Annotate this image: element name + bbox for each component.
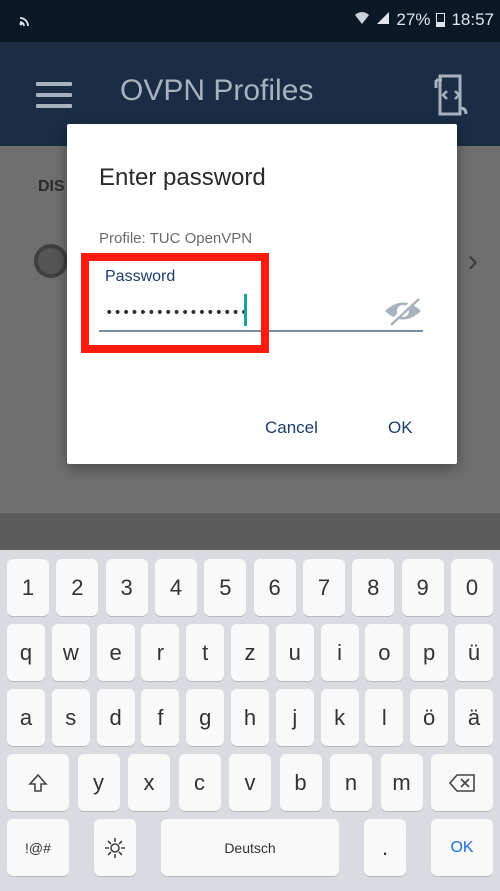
- keyboard-number-row: 1 2 3 4 5 6 7 8 9 0: [7, 559, 493, 616]
- key[interactable]: g: [186, 689, 225, 746]
- keyboard-bottom-row: !@# Deutsch . OK: [7, 819, 493, 876]
- key[interactable]: v: [229, 754, 271, 811]
- key[interactable]: ä: [454, 689, 493, 746]
- key[interactable]: s: [51, 689, 90, 746]
- space-bar[interactable]: Deutsch: [161, 819, 339, 876]
- wifi-icon: [354, 10, 370, 30]
- settings-gear-icon[interactable]: [94, 819, 136, 876]
- key[interactable]: 6: [253, 559, 296, 616]
- key[interactable]: 1: [7, 559, 49, 616]
- enter-password-dialog: Enter password Profile: TUC OpenVPN Pass…: [67, 124, 457, 464]
- key[interactable]: k: [320, 689, 359, 746]
- keyboard-row-1: q w e r t z u i o p ü: [7, 624, 493, 681]
- soft-keyboard: 1 2 3 4 5 6 7 8 9 0 q w e r t z u i o p …: [0, 550, 500, 891]
- dialog-title: Enter password: [99, 164, 266, 191]
- backspace-key-icon[interactable]: [431, 754, 493, 811]
- keyboard-row-3: y x c v b n m: [7, 754, 493, 811]
- enter-ok-key[interactable]: OK: [431, 819, 493, 876]
- cast-icon: [18, 10, 34, 31]
- period-key[interactable]: .: [364, 819, 406, 876]
- keyboard-row-2: a s d f g h j k l ö ä: [7, 689, 493, 746]
- password-highlight-annotation: [81, 253, 269, 353]
- battery-icon: [436, 13, 446, 27]
- key[interactable]: q: [7, 624, 45, 681]
- hamburger-menu-icon[interactable]: [36, 82, 72, 108]
- key[interactable]: p: [410, 624, 449, 681]
- key[interactable]: r: [141, 624, 180, 681]
- key[interactable]: 8: [352, 559, 395, 616]
- key[interactable]: 0: [450, 559, 493, 616]
- key[interactable]: ü: [454, 624, 493, 681]
- key[interactable]: w: [51, 624, 90, 681]
- status-indicators: 27% 18:57: [354, 10, 494, 30]
- shift-key-icon[interactable]: [7, 754, 69, 811]
- connection-status-fragment: DIS: [38, 178, 65, 195]
- profile-name-label: Profile: TUC OpenVPN: [99, 230, 253, 247]
- key[interactable]: u: [275, 624, 314, 681]
- key[interactable]: n: [330, 754, 372, 811]
- key[interactable]: j: [275, 689, 314, 746]
- key[interactable]: m: [380, 754, 423, 811]
- key[interactable]: e: [96, 624, 135, 681]
- clock: 18:57: [451, 10, 494, 29]
- key[interactable]: c: [178, 754, 221, 811]
- key[interactable]: d: [96, 689, 135, 746]
- key[interactable]: z: [230, 624, 269, 681]
- key[interactable]: x: [128, 754, 170, 811]
- symbols-key[interactable]: !@#: [7, 819, 69, 876]
- status-bar: 27% 18:57: [0, 0, 500, 42]
- signal-icon: [376, 10, 390, 30]
- key[interactable]: 3: [105, 559, 148, 616]
- battery-percent: 27%: [396, 10, 431, 29]
- key[interactable]: h: [230, 689, 269, 746]
- key[interactable]: a: [7, 689, 45, 746]
- toggle-password-visibility-icon[interactable]: [381, 296, 425, 326]
- key[interactable]: y: [77, 754, 120, 811]
- key[interactable]: f: [141, 689, 180, 746]
- key[interactable]: 9: [401, 559, 444, 616]
- key[interactable]: 5: [204, 559, 247, 616]
- ok-button[interactable]: OK: [388, 418, 413, 438]
- key[interactable]: b: [279, 754, 322, 811]
- key[interactable]: 7: [302, 559, 345, 616]
- app-title: OVPN Profiles: [120, 74, 314, 107]
- cancel-button[interactable]: Cancel: [265, 418, 318, 438]
- key[interactable]: ö: [410, 689, 449, 746]
- profile-toggle: [34, 244, 68, 278]
- key[interactable]: 4: [154, 559, 197, 616]
- key[interactable]: t: [186, 624, 225, 681]
- key[interactable]: i: [320, 624, 359, 681]
- import-profile-icon[interactable]: [434, 74, 468, 116]
- chevron-right-icon: ›: [467, 242, 478, 278]
- key[interactable]: 2: [56, 559, 99, 616]
- key[interactable]: l: [365, 689, 404, 746]
- key[interactable]: o: [365, 624, 404, 681]
